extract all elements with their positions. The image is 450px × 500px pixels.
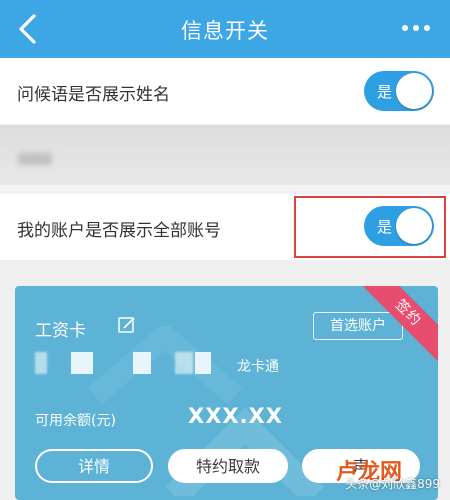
app-header: 信息开关 [0,0,450,58]
highlight-annotation-box [294,196,446,258]
toggle-state-text: 是 [377,83,393,101]
balance-value: XXX.XX [188,404,283,428]
masked-account-number [133,352,151,374]
edit-icon[interactable] [118,316,136,334]
preferred-account-badge: 首选账户 [313,312,403,340]
masked-account-number [35,352,47,374]
masked-account-number [71,352,93,374]
author-watermark: 头条@刘欣鑫899 [345,477,440,491]
setting-label: 问候语是否展示姓名 [17,85,170,105]
masked-account-number [175,352,193,374]
blurred-content [18,153,52,165]
blurred-separator [0,125,450,185]
setting-label: 我的账户是否展示全部账号 [17,221,221,241]
balance-label: 可用余额(元) [35,413,116,429]
toggle-knob [396,73,432,109]
masked-account-number [195,352,211,374]
special-withdrawal-button[interactable]: 特约取款 [168,449,288,483]
more-dots-icon[interactable] [400,16,432,40]
card-title: 工资卡 [35,321,86,341]
card-brand: 龙卡通 [237,359,279,375]
details-button[interactable]: 详情 [35,449,153,483]
setting-row-greeting-name: 问候语是否展示姓名 是 [0,58,450,124]
greeting-name-toggle[interactable]: 是 [364,71,434,111]
page-title: 信息开关 [181,19,269,43]
